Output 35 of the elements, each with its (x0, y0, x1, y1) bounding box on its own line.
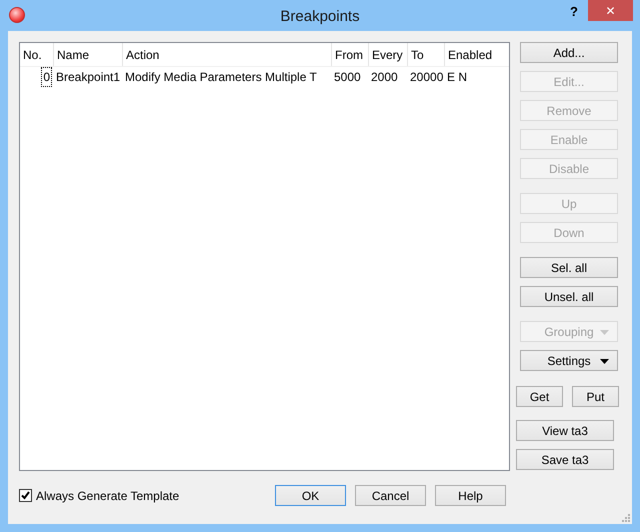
dialog-button[interactable]: View ta3 (516, 420, 614, 441)
help-button[interactable]: ? (566, 2, 582, 20)
dialog-button[interactable]: Put (572, 386, 619, 407)
resize-grip-icon (622, 514, 630, 522)
caret-icon (600, 330, 609, 335)
caret-icon (600, 359, 609, 364)
table-cell-text: Breakpoint1 (56, 69, 120, 86)
side-button[interactable]: Sel. all (520, 257, 618, 278)
table-cell-text: Modify Media Parameters Multiple T (125, 69, 317, 86)
table-cell-text: 2000 (371, 69, 398, 86)
checkbox-label: Always Generate Template (36, 488, 180, 504)
table-cell-text: E N (447, 69, 468, 86)
column-header[interactable]: Enabled (444, 43, 504, 66)
column-header[interactable]: From (331, 43, 368, 66)
table-cell-text: 20000 (410, 69, 444, 86)
table-cell-text: 5000 (334, 69, 361, 86)
dialog-button[interactable]: OK (275, 485, 346, 506)
dialog-button[interactable]: Save ta3 (516, 449, 614, 470)
dialog-button[interactable]: Get (516, 386, 563, 407)
close-button[interactable]: ✕ (588, 0, 633, 21)
side-button[interactable]: Unsel. all (520, 286, 618, 307)
column-header[interactable]: Every (368, 43, 407, 66)
dropdown-button[interactable]: Settings (520, 350, 618, 371)
checkbox[interactable] (19, 489, 32, 502)
table-cell: 0 (41, 67, 52, 87)
column-header[interactable]: To (407, 43, 444, 66)
window-title: Breakpoints (280, 7, 360, 27)
app-icon (9, 7, 25, 23)
checkmark-icon (20, 490, 31, 501)
column-header[interactable]: No. (20, 43, 53, 66)
side-button[interactable]: Add... (520, 42, 618, 63)
dialog-button[interactable]: Cancel (355, 485, 426, 506)
column-header[interactable]: Action (122, 43, 331, 66)
dialog-button[interactable]: Help (435, 485, 506, 506)
column-header[interactable]: Name (53, 43, 122, 66)
